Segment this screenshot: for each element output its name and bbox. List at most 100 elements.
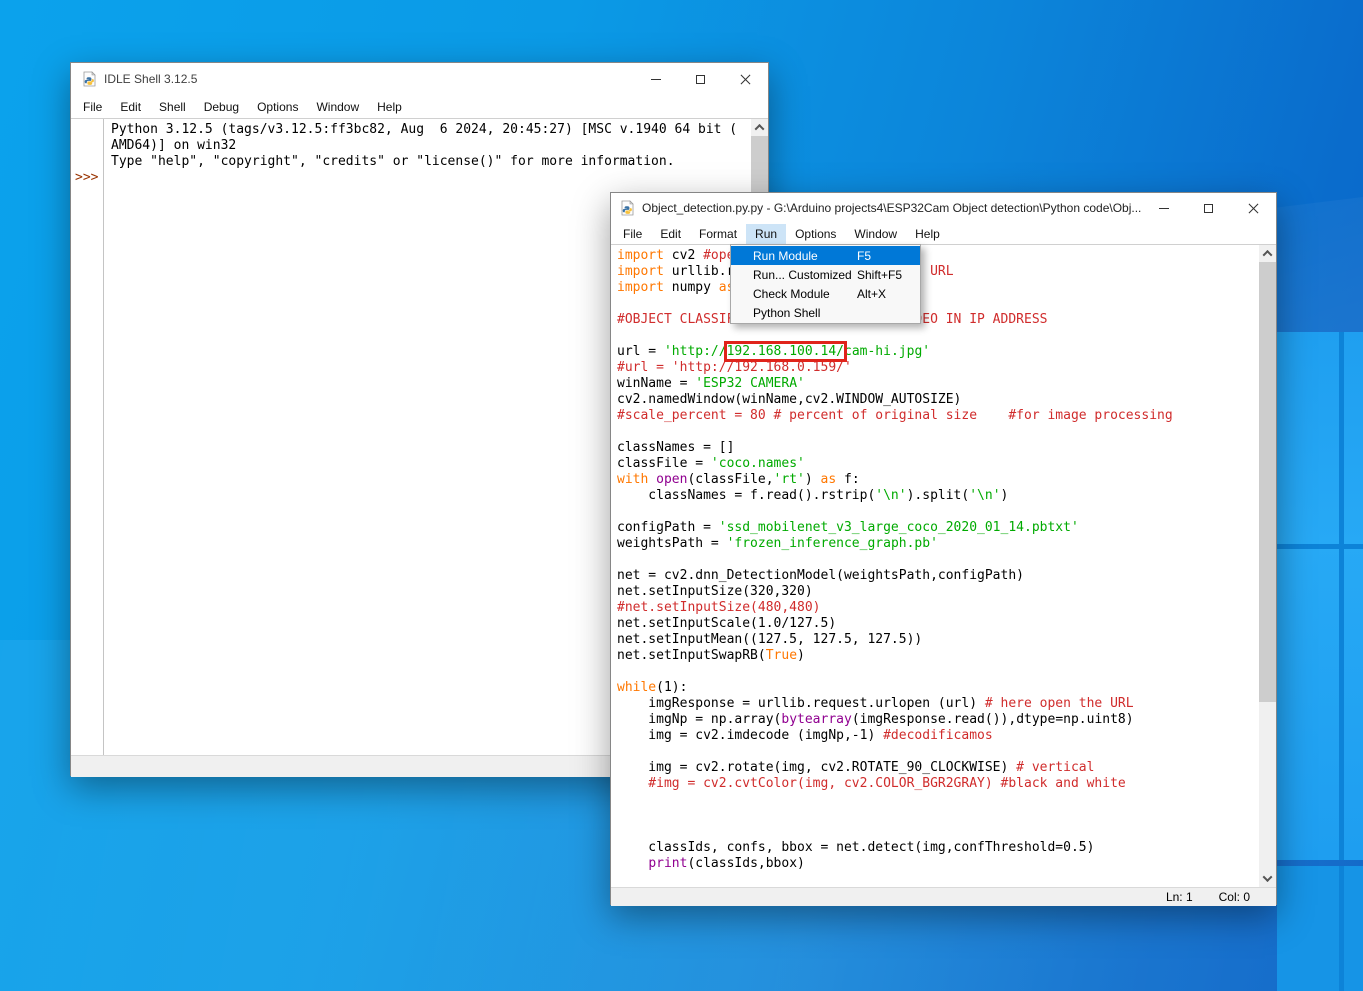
ip-highlight-box: 192.168.100.14/ bbox=[727, 344, 844, 359]
run-dropdown-menu: Run ModuleF5Run... CustomizedShift+F5Che… bbox=[730, 244, 921, 324]
code-line: #img = cv2.cvtColor(img, cv2.COLOR_BGR2G… bbox=[617, 776, 1258, 792]
editor-minimize-button[interactable] bbox=[1141, 193, 1186, 223]
menu-item-shortcut: F5 bbox=[857, 249, 916, 263]
shell-maximize-button[interactable] bbox=[678, 63, 723, 95]
code-token: # here open the URL bbox=[985, 696, 1134, 711]
shell-prompt-sidebar: >>> bbox=[71, 119, 104, 755]
menu-help[interactable]: Help bbox=[906, 224, 949, 244]
code-line: #scale_percent = 80 # percent of origina… bbox=[617, 408, 1258, 424]
scroll-up-button[interactable] bbox=[751, 119, 768, 136]
chevron-up-icon bbox=[1263, 250, 1273, 260]
code-token: imgResponse = urllib.request.urlopen (ur… bbox=[617, 696, 985, 711]
code-token: open bbox=[656, 472, 687, 487]
windows-logo-pane bbox=[1277, 332, 1363, 860]
code-token: 'ESP32 CAMERA' bbox=[695, 376, 805, 391]
menu-file[interactable]: File bbox=[74, 97, 111, 117]
code-token: cv2 bbox=[664, 248, 703, 263]
code-editor-area[interactable]: import cv2 #opencvimport urllib.request … bbox=[617, 248, 1258, 872]
run-menu-item-run-customized[interactable]: Run... CustomizedShift+F5 bbox=[731, 265, 920, 284]
code-line: #OBJECT CLASSIFICATION IN REAL TIME VIDE… bbox=[617, 312, 1258, 328]
code-line: classIds, confs, bbox = net.detect(img,c… bbox=[617, 840, 1258, 856]
code-line: net.setInputSwapRB(True) bbox=[617, 648, 1258, 664]
shell-output-area[interactable]: Python 3.12.5 (tags/v3.12.5:ff3bc82, Aug… bbox=[111, 122, 750, 186]
menu-edit[interactable]: Edit bbox=[111, 97, 150, 117]
code-line: import numpy as np bbox=[617, 280, 1258, 296]
maximize-icon bbox=[1204, 204, 1213, 213]
shell-line: Type "help", "copyright", "credits" or "… bbox=[111, 154, 750, 170]
chevron-up-icon bbox=[755, 124, 765, 134]
scroll-down-button[interactable] bbox=[1259, 870, 1276, 887]
code-line bbox=[617, 664, 1258, 680]
code-line bbox=[617, 424, 1258, 440]
code-token: imgNp = np.array( bbox=[617, 712, 781, 727]
shell-close-button[interactable] bbox=[723, 63, 768, 95]
editor-scrollbar[interactable] bbox=[1259, 245, 1276, 887]
run-menu-item-run-module[interactable]: Run ModuleF5 bbox=[731, 246, 920, 265]
code-token: with bbox=[617, 472, 648, 487]
code-token: import bbox=[617, 280, 664, 295]
windows-logo-divider bbox=[1277, 544, 1363, 549]
column-indicator: Col: 0 bbox=[1219, 890, 1250, 904]
shell-titlebar[interactable]: IDLE Shell 3.12.5 bbox=[71, 63, 768, 95]
code-line: net.setInputMean((127.5, 127.5, 127.5)) bbox=[617, 632, 1258, 648]
menu-run[interactable]: Run bbox=[746, 224, 786, 244]
code-token: cv2.namedWindow(winName,cv2.WINDOW_AUTOS… bbox=[617, 392, 961, 407]
menu-item-shortcut: Shift+F5 bbox=[857, 268, 916, 282]
minimize-icon bbox=[651, 79, 661, 80]
run-menu-item-check-module[interactable]: Check ModuleAlt+X bbox=[731, 284, 920, 303]
desktop: { "desktop": { "wallpaper_accent": "#0b9… bbox=[0, 0, 1363, 991]
code-token: #net.setInputSize(480,480) bbox=[617, 600, 821, 615]
code-token: while bbox=[617, 680, 656, 695]
menu-options[interactable]: Options bbox=[786, 224, 845, 244]
menu-item-label: Run... Customized bbox=[753, 268, 857, 282]
code-line: img = cv2.rotate(img, cv2.ROTATE_90_CLOC… bbox=[617, 760, 1258, 776]
code-token: weightsPath = bbox=[617, 536, 727, 551]
code-line: net.setInputScale(1.0/127.5) bbox=[617, 616, 1258, 632]
code-token: net.setInputSwapRB( bbox=[617, 648, 766, 663]
menu-file[interactable]: File bbox=[614, 224, 651, 244]
code-line: imgResponse = urllib.request.urlopen (ur… bbox=[617, 696, 1258, 712]
editor-titlebar[interactable]: Object_detection.py.py - G:\Arduino proj… bbox=[611, 193, 1276, 223]
python-file-icon bbox=[81, 71, 97, 87]
menu-window[interactable]: Window bbox=[845, 224, 906, 244]
code-token: ) bbox=[1001, 488, 1009, 503]
chevron-down-icon bbox=[1263, 872, 1273, 882]
shell-prompt: >>> bbox=[75, 170, 98, 186]
code-token: cam-hi.jpg' bbox=[844, 344, 930, 359]
menu-shell[interactable]: Shell bbox=[150, 97, 195, 117]
code-line: imgNp = np.array(bytearray(imgResponse.r… bbox=[617, 712, 1258, 728]
menu-item-label: Run Module bbox=[753, 249, 857, 263]
windows-logo-pane bbox=[1277, 866, 1363, 991]
menu-help[interactable]: Help bbox=[368, 97, 411, 117]
code-token: winName = bbox=[617, 376, 695, 391]
editor-content: import cv2 #opencvimport urllib.request … bbox=[611, 244, 1276, 887]
editor-close-button[interactable] bbox=[1231, 193, 1276, 223]
code-line: cv2.namedWindow(winName,cv2.WINDOW_AUTOS… bbox=[617, 392, 1258, 408]
code-token: ) bbox=[797, 648, 805, 663]
code-line bbox=[617, 504, 1258, 520]
menu-window[interactable]: Window bbox=[307, 97, 368, 117]
code-token: classNames = f.read().rstrip( bbox=[617, 488, 875, 503]
menu-edit[interactable]: Edit bbox=[651, 224, 690, 244]
code-token: bytearray bbox=[781, 712, 851, 727]
code-line: while(1): bbox=[617, 680, 1258, 696]
editor-maximize-button[interactable] bbox=[1186, 193, 1231, 223]
editor-window-title: Object_detection.py.py - G:\Arduino proj… bbox=[642, 201, 1141, 215]
menu-options[interactable]: Options bbox=[248, 97, 307, 117]
code-token: (1): bbox=[656, 680, 687, 695]
code-token: ).split( bbox=[907, 488, 970, 503]
shell-minimize-button[interactable] bbox=[633, 63, 678, 95]
scroll-up-button[interactable] bbox=[1259, 245, 1276, 262]
code-token: import bbox=[617, 248, 664, 263]
run-menu-item-python-shell[interactable]: Python Shell bbox=[731, 303, 920, 322]
code-line bbox=[617, 792, 1258, 808]
menu-item-label: Check Module bbox=[753, 287, 857, 301]
menu-format[interactable]: Format bbox=[690, 224, 746, 244]
code-line: print(classIds,bbox) bbox=[617, 856, 1258, 872]
code-line: winName = 'ESP32 CAMERA' bbox=[617, 376, 1258, 392]
menu-debug[interactable]: Debug bbox=[195, 97, 248, 117]
code-line: img = cv2.imdecode (imgNp,-1) #decodific… bbox=[617, 728, 1258, 744]
code-line: classNames = f.read().rstrip('\n').split… bbox=[617, 488, 1258, 504]
editor-scrollbar-thumb[interactable] bbox=[1259, 262, 1276, 702]
editor-window: Object_detection.py.py - G:\Arduino proj… bbox=[610, 192, 1277, 905]
